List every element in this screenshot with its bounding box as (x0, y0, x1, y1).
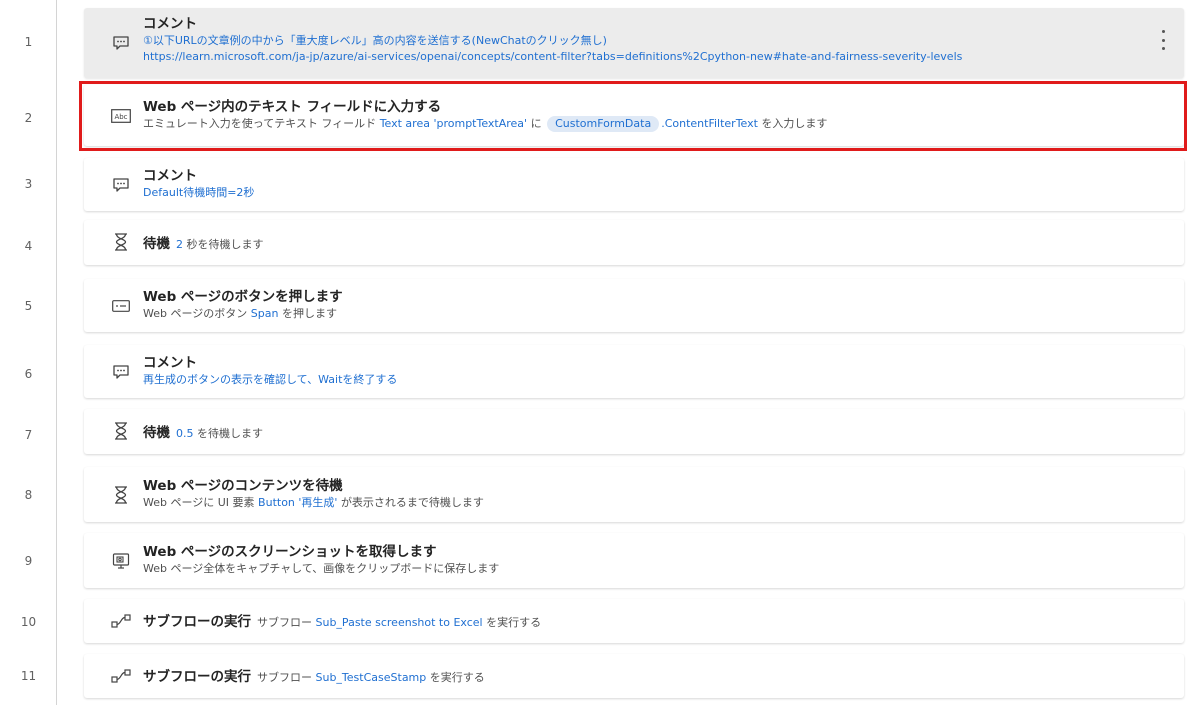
flow-step-press-button[interactable]: Web ページのボタンを押します Web ページのボタン Span を押します (84, 279, 1184, 332)
variable-ref: 2 (176, 238, 183, 251)
variable-ref: Text area 'promptTextArea' (379, 117, 528, 130)
flow-step-comment[interactable]: コメント Default待機時間=2秒 (84, 158, 1184, 211)
line-number: 3 (24, 177, 33, 191)
step-title: 待機 (143, 236, 170, 252)
variable-ref: Button '再生成' (258, 496, 338, 509)
comment-text: ①以下URLの文章例の中から「重大度レベル」高の内容を送信する(NewChatの… (143, 34, 607, 47)
line-number: 2 (24, 111, 33, 125)
step-description: Web ページに UI 要素 Button '再生成' が表示されるまで待機しま… (143, 496, 484, 509)
step-title: コメント (143, 355, 197, 371)
step-title: Web ページ内のテキスト フィールドに入力する (143, 99, 442, 115)
flow-step-comment[interactable]: コメント ①以下URLの文章例の中から「重大度レベル」高の内容を送信する(New… (84, 8, 1184, 78)
variable-ref: Span (250, 307, 279, 320)
more-options-icon[interactable] (1156, 30, 1170, 50)
line-number: 5 (24, 299, 33, 313)
step-title: コメント (143, 168, 197, 184)
flow-step-take-screenshot[interactable]: Web ページのスクリーンショットを取得します Web ページ全体をキャプチャし… (84, 533, 1184, 588)
step-title: 待機 (143, 425, 170, 441)
flow-step-run-subflow[interactable]: サブフローの実行 サブフロー Sub_Paste screenshot to Ex… (84, 599, 1184, 643)
step-description: サブフロー Sub_Paste screenshot to Excel を実行す… (257, 616, 542, 629)
screenshot-icon (111, 551, 131, 571)
line-number-gutter (0, 0, 57, 705)
hourglass-icon (111, 232, 131, 252)
hourglass-icon (111, 421, 131, 441)
line-number: 7 (24, 428, 33, 442)
step-description: エミュレート入力を使ってテキスト フィールド Text area 'prompt… (143, 116, 828, 132)
comment-icon (111, 175, 131, 195)
flow-step-wait[interactable]: 待機 2 秒を待機します (84, 220, 1184, 265)
step-title: サブフローの実行 (143, 614, 251, 630)
button-icon (111, 296, 131, 316)
variable-ref: Sub_Paste screenshot to Excel (315, 616, 483, 629)
comment-url: https://learn.microsoft.com/ja-jp/azure/… (143, 50, 963, 63)
subflow-icon (111, 666, 131, 686)
step-title: Web ページのコンテンツを待機 (143, 478, 343, 494)
comment-icon (111, 33, 131, 53)
line-number: 1 (24, 35, 33, 49)
flow-step-wait-for-content[interactable]: Web ページのコンテンツを待機 Web ページに UI 要素 Button '… (84, 467, 1184, 522)
step-title: Web ページのボタンを押します (143, 289, 343, 305)
hourglass-icon (111, 485, 131, 505)
comment-text: Default待機時間=2秒 (143, 186, 255, 199)
line-number: 9 (24, 554, 33, 568)
step-description: 0.5 を待機します (176, 427, 263, 440)
step-title: Web ページのスクリーンショットを取得します (143, 544, 437, 560)
variable-chip: CustomFormData (547, 116, 660, 132)
subflow-icon (111, 611, 131, 631)
variable-ref: 0.5 (176, 427, 194, 440)
svg-text:Abc: Abc (114, 113, 127, 121)
flow-step-populate-text-field[interactable]: Abc Web ページ内のテキスト フィールドに入力する エミュレート入力を使っ… (84, 85, 1184, 146)
line-number: 4 (24, 239, 33, 253)
line-number: 6 (24, 367, 33, 381)
line-number: 10 (20, 615, 37, 629)
flow-step-comment[interactable]: コメント 再生成のボタンの表示を確認して、Waitを終了する (84, 345, 1184, 398)
flow-step-wait[interactable]: 待機 0.5 を待機します (84, 409, 1184, 454)
line-number: 8 (24, 488, 33, 502)
step-title: サブフローの実行 (143, 669, 251, 685)
text-field-icon: Abc (111, 106, 131, 126)
variable-ref: Sub_TestCaseStamp (315, 671, 427, 684)
comment-icon (111, 362, 131, 382)
step-description: Web ページのボタン Span を押します (143, 307, 337, 320)
line-number: 11 (20, 669, 37, 683)
step-description: サブフロー Sub_TestCaseStamp を実行する (257, 671, 485, 684)
step-description: 2 秒を待機します (176, 238, 264, 251)
comment-text: 再生成のボタンの表示を確認して、Waitを終了する (143, 373, 398, 386)
flow-step-run-subflow[interactable]: サブフローの実行 サブフロー Sub_TestCaseStamp を実行する (84, 654, 1184, 698)
step-description: Web ページ全体をキャプチャして、画像をクリップボードに保存します (143, 562, 500, 575)
step-title: コメント (143, 16, 197, 32)
variable-ref: .ContentFilterText (661, 117, 758, 130)
